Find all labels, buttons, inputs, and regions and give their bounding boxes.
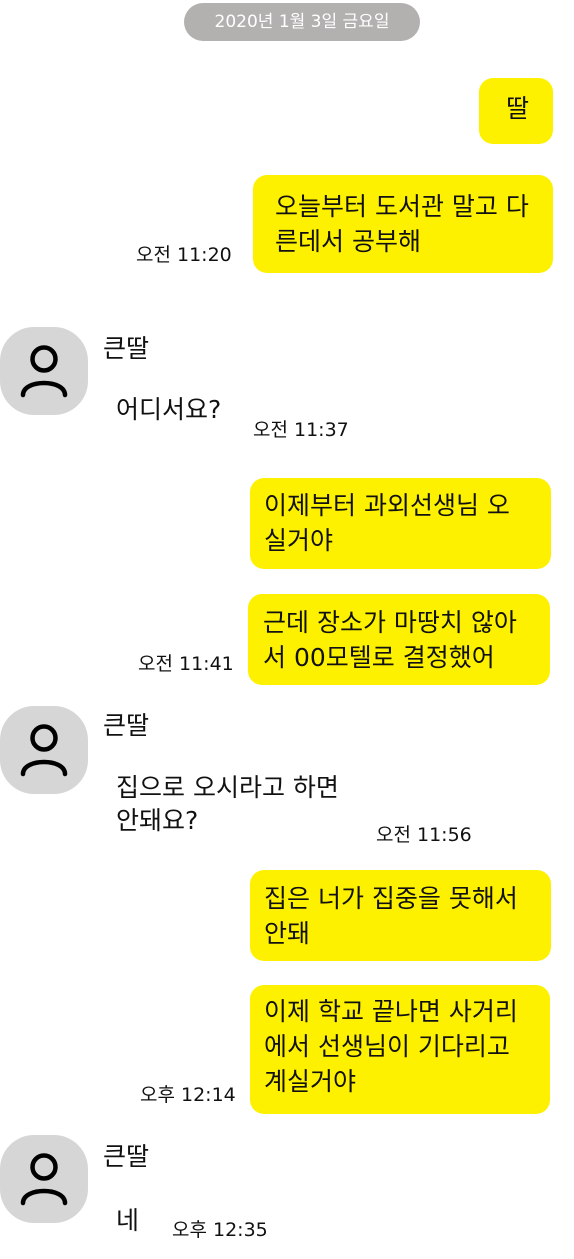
sender-name: 큰딸 (103, 334, 150, 363)
person-icon (20, 345, 68, 398)
avatar[interactable] (0, 706, 88, 794)
sender-name: 큰딸 (103, 1142, 150, 1171)
person-icon (20, 1153, 68, 1206)
message-time: 오후 12:14 (140, 1084, 236, 1106)
avatar[interactable] (0, 1135, 88, 1223)
message-time: 오후 12:35 (172, 1219, 268, 1241)
message-time: 오전 11:41 (138, 653, 234, 675)
sender-name: 큰딸 (103, 711, 150, 740)
outgoing-message[interactable]: 이제부터 과외선생님 오 실거야 (250, 478, 551, 569)
date-divider: 2020년 1월 3일 금요일 (184, 3, 420, 41)
outgoing-message[interactable]: 오늘부터 도서관 말고 다 른데서 공부해 (253, 175, 553, 273)
avatar[interactable] (0, 327, 88, 415)
outgoing-message[interactable]: 근데 장소가 마땅치 않아 서 00모텔로 결정했어 (248, 594, 550, 685)
person-icon (20, 724, 68, 777)
outgoing-message[interactable]: 집은 너가 집중을 못해서 안돼 (250, 870, 551, 961)
outgoing-message[interactable]: 이제 학교 끝나면 사거리 에서 선생님이 기다리고 계실거야 (250, 985, 550, 1114)
outgoing-message[interactable]: 딸 (479, 78, 553, 144)
message-time: 오전 11:56 (376, 824, 472, 846)
message-time: 오전 11:37 (253, 419, 349, 441)
incoming-message[interactable]: 어디서요? (116, 393, 221, 426)
incoming-message[interactable]: 집으로 오시라고 하면 안돼요? (116, 771, 339, 837)
message-time: 오전 11:20 (136, 244, 232, 266)
incoming-message[interactable]: 네 (116, 1204, 139, 1237)
